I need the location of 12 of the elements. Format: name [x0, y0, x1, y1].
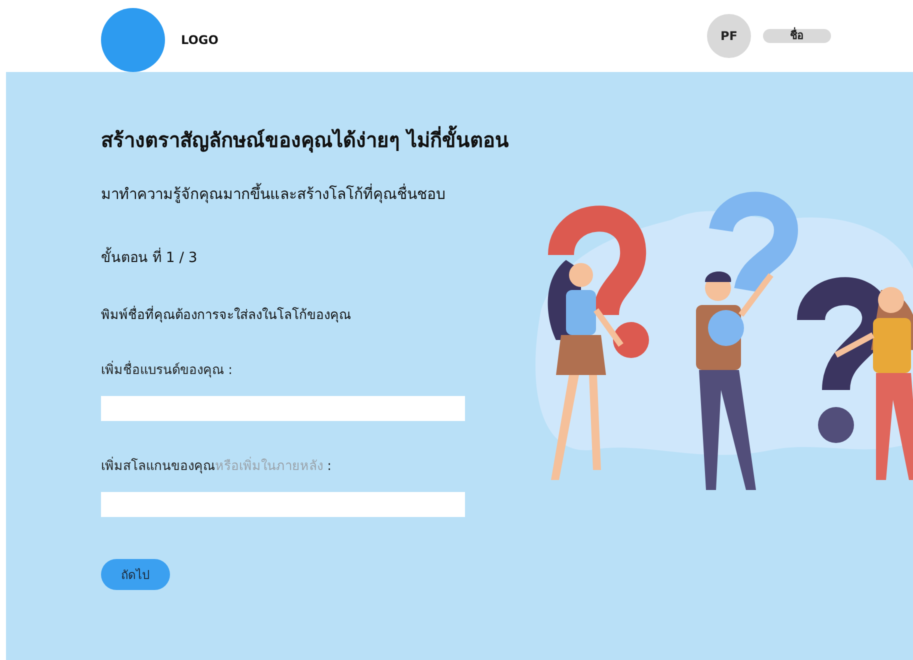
avatar[interactable]: PF [707, 14, 751, 58]
field-label: เพิ่มชื่อแบรนด์ของคุณ : [101, 359, 233, 380]
user-name[interactable]: ชื่อ [763, 29, 831, 43]
input-field[interactable] [101, 492, 465, 517]
next-button[interactable]: ถัดไป [101, 559, 170, 590]
instruction-text: พิมพ์ชื่อที่คุณต้องการจะใส่ลงในโลโก้ของคุณ [101, 304, 351, 325]
step-indicator: ขั้นตอน ที่ 1 / 3 [101, 246, 198, 268]
page-title: สร้างตราสัญลักษณ์ของคุณได้ง่ายๆ ไม่กี่ขั้นตอน [101, 124, 509, 156]
logo-text: LOGO [181, 33, 218, 47]
subtitle: มาทำความรู้จักคุณมากขึ้นและสร้างโลโก้ที่คุณชื่นชอบ [101, 182, 446, 206]
input-field[interactable] [101, 396, 465, 421]
field-label: เพิ่มสโลแกนของคุณหรือเพิ่มในภายหลัง : [101, 455, 332, 476]
